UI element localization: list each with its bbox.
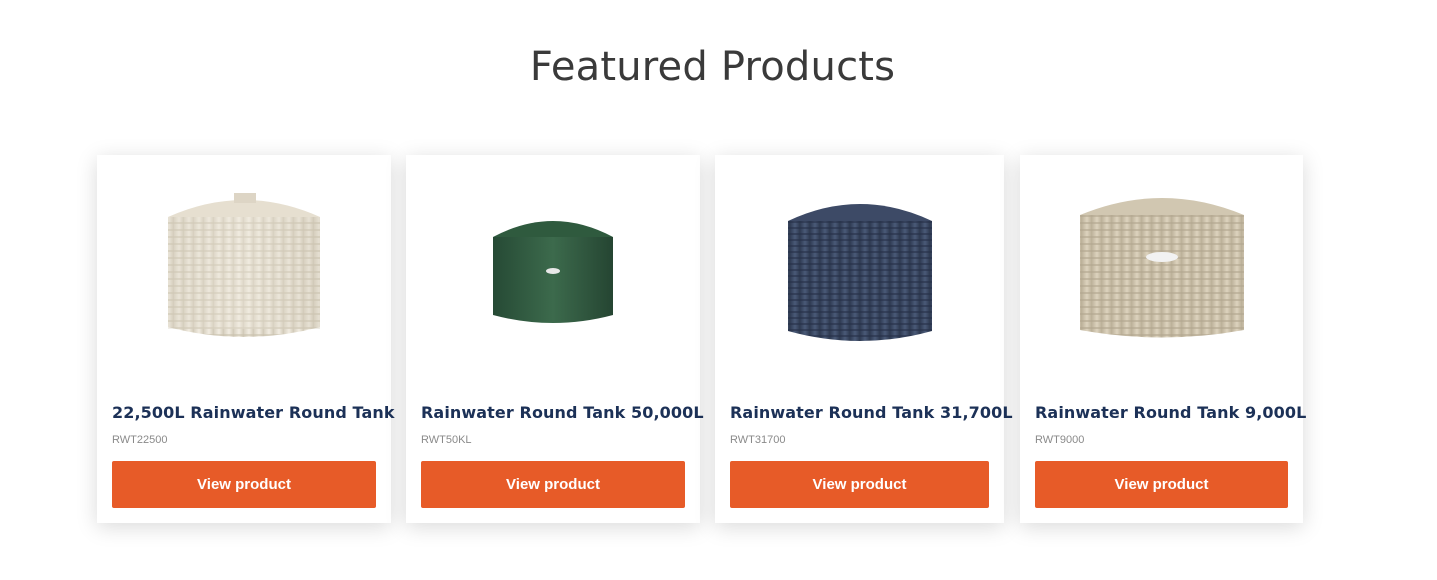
product-card: Rainwater Round Tank 50,000L RWT50KL Vie… — [406, 155, 704, 523]
product-sku: RWT22500 — [112, 434, 168, 446]
product-sku: RWT9000 — [1035, 434, 1085, 446]
product-card: 22,500L Rainwater Round Tank RWT22500 Vi… — [97, 155, 395, 523]
water-tank-icon — [168, 193, 320, 337]
section-title: Featured Products — [529, 44, 896, 90]
product-card: Rainwater Round Tank 31,700L RWT31700 Vi… — [715, 155, 1013, 523]
product-name[interactable]: Rainwater Round Tank 31,700L — [730, 403, 1013, 422]
product-image-navy-tank[interactable] — [715, 175, 1004, 360]
product-sku: RWT31700 — [730, 434, 786, 446]
product-name[interactable]: Rainwater Round Tank 9,000L — [1035, 403, 1306, 422]
product-name[interactable]: 22,500L Rainwater Round Tank — [112, 403, 395, 422]
water-tank-icon — [493, 221, 613, 323]
product-image-cream-tank[interactable] — [97, 175, 391, 360]
product-sku: RWT50KL — [421, 434, 472, 446]
product-image-beige-tank[interactable] — [1020, 175, 1303, 360]
water-tank-icon — [1079, 198, 1244, 338]
view-product-button[interactable]: View product — [1035, 461, 1288, 508]
view-product-button[interactable]: View product — [112, 461, 376, 508]
view-product-button[interactable]: View product — [730, 461, 989, 508]
product-card: Rainwater Round Tank 9,000L RWT9000 View… — [1020, 155, 1306, 523]
water-tank-icon — [787, 204, 932, 341]
view-product-button[interactable]: View product — [421, 461, 685, 508]
product-name[interactable]: Rainwater Round Tank 50,000L — [421, 403, 704, 422]
product-image-green-tank[interactable] — [406, 175, 700, 360]
